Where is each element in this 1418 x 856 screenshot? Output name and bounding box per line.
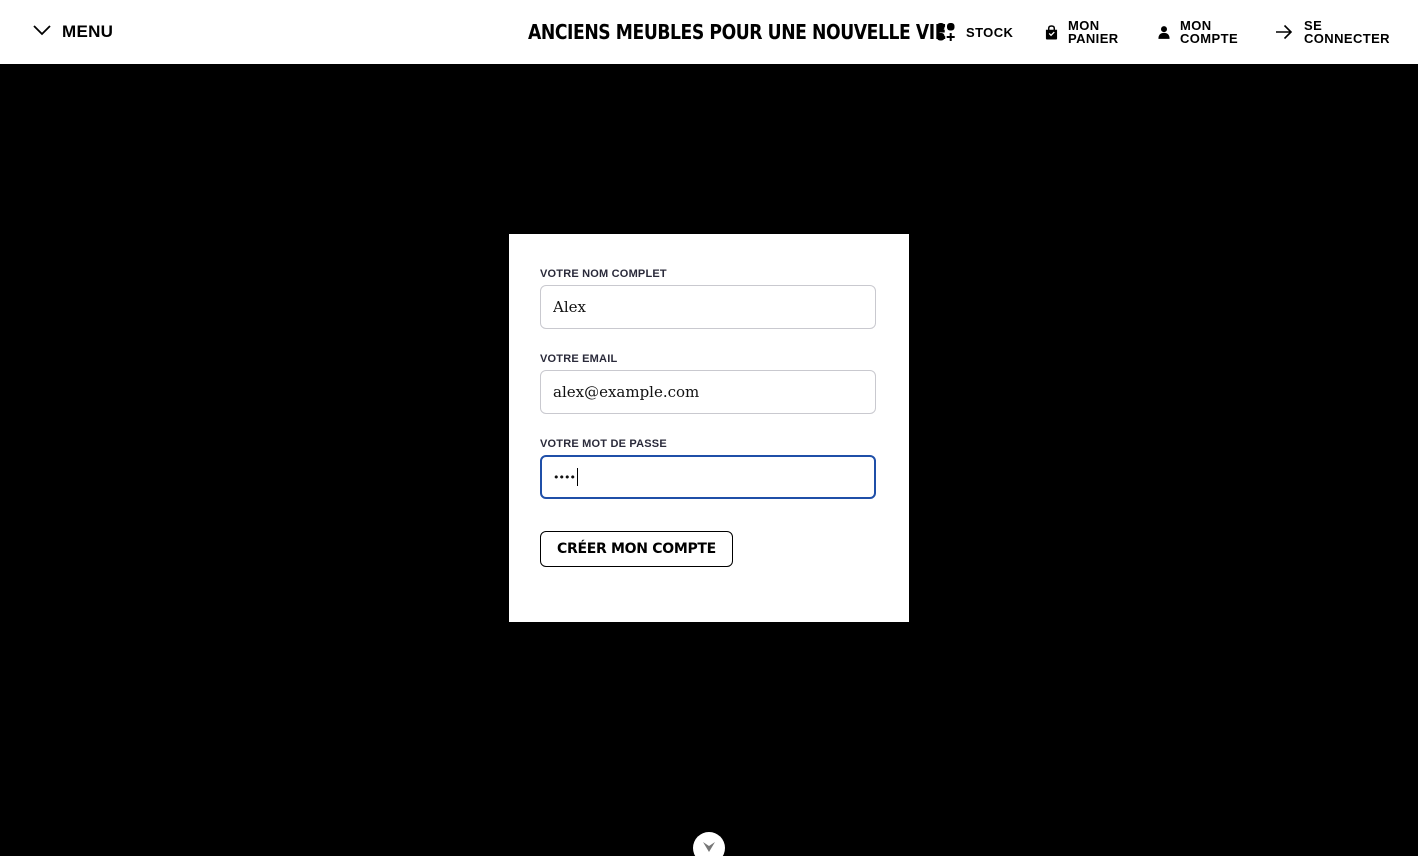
signup-form-card: VOTRE NOM COMPLET VOTRE EMAIL VOTRE MOT … [509,234,909,622]
nav-login[interactable]: SE CONNECTER [1274,0,1394,64]
name-label: VOTRE NOM COMPLET [540,268,667,280]
password-masked-value: •••• [553,470,576,484]
chevron-down-icon [32,20,52,45]
nav-account[interactable]: MON COMPTE [1157,0,1244,64]
arrow-right-icon [1274,22,1294,42]
nav-login-label: SE CONNECTER [1304,18,1390,46]
shopping-bag-icon [1045,22,1058,42]
nav-cart[interactable]: MON PANIER [1045,0,1128,64]
scroll-down-button[interactable] [693,832,725,856]
create-account-button[interactable]: CRÉER MON COMPTE [540,531,733,567]
user-icon [1157,22,1170,42]
top-bar: MENU ANCIENS MEUBLES POUR UNE NOUVELLE V… [0,0,1418,64]
nav-stock-label: STOCK [966,24,1014,40]
password-input[interactable]: •••• [540,455,876,499]
nav-cart-label: MON PANIER [1068,18,1119,46]
email-input[interactable] [540,370,876,414]
email-field-group: VOTRE EMAIL [540,353,878,414]
email-label: VOTRE EMAIL [540,353,618,365]
full-name-input[interactable] [540,285,876,329]
text-caret [576,468,578,486]
grid-plus-icon [936,22,956,42]
menu-label: MENU [62,22,114,41]
password-field-group: VOTRE MOT DE PASSE •••• [540,438,878,499]
site-title[interactable]: ANCIENS MEUBLES POUR UNE NOUVELLE VIE [528,16,946,48]
menu-button[interactable]: MENU [32,18,113,46]
name-field-group: VOTRE NOM COMPLET [540,268,878,329]
password-label: VOTRE MOT DE PASSE [540,438,667,450]
nav-account-label: MON COMPTE [1180,18,1239,46]
chevron-down-icon [702,840,716,856]
signup-form: VOTRE NOM COMPLET VOTRE EMAIL VOTRE MOT … [540,268,878,567]
nav-stock[interactable]: STOCK [936,0,1056,64]
